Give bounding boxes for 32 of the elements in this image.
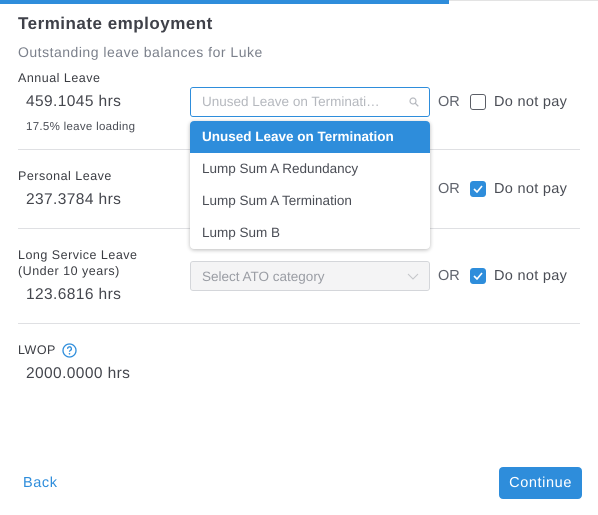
leave-hours: 123.6816 hrs — [26, 285, 122, 305]
dialog-subtitle: Outstanding leave balances for Luke — [18, 44, 264, 60]
leave-type-label: Personal Leave — [18, 168, 112, 184]
checkbox[interactable] — [470, 268, 486, 284]
dropdown-option[interactable]: Lump Sum B — [190, 216, 430, 248]
dropdown-option[interactable]: Unused Leave on Termination — [190, 120, 430, 152]
chevron-down-icon — [407, 272, 419, 280]
checkbox-label: Do not pay — [494, 268, 568, 284]
dialog-title: Terminate employment — [18, 14, 214, 34]
help-icon[interactable] — [62, 342, 77, 358]
back-link[interactable]: Back — [23, 475, 58, 491]
search-icon — [409, 96, 419, 106]
or-label: OR — [438, 268, 461, 284]
dropdown-option[interactable]: Lump Sum A Termination — [190, 184, 430, 216]
leave-hours: 459.1045 hrs — [26, 92, 122, 112]
leave-type-label: LWOP — [18, 342, 56, 358]
checkbox[interactable] — [470, 181, 486, 197]
leave-type-label: Long Service Leave (Under 10 years) — [18, 247, 138, 279]
checkbox[interactable] — [470, 94, 486, 110]
leave-loading-note: 17.5% leave loading — [26, 121, 136, 133]
checkbox-label: Do not pay — [494, 94, 568, 110]
checkbox-label: Do not pay — [494, 181, 568, 197]
or-label: OR — [438, 94, 461, 110]
checkmark-icon — [473, 272, 483, 280]
continue-button[interactable]: Continue — [499, 467, 582, 499]
leave-type-label: Annual Leave — [18, 70, 100, 86]
or-label: OR — [438, 181, 461, 197]
checkmark-icon — [473, 185, 483, 193]
dropdown-option[interactable]: Lump Sum A Redundancy — [190, 152, 430, 184]
leave-hours: 237.3784 hrs — [26, 190, 122, 210]
leave-hours: 2000.0000 hrs — [26, 364, 132, 384]
select-field[interactable]: Unused Leave on Terminati… — [190, 86, 430, 116]
